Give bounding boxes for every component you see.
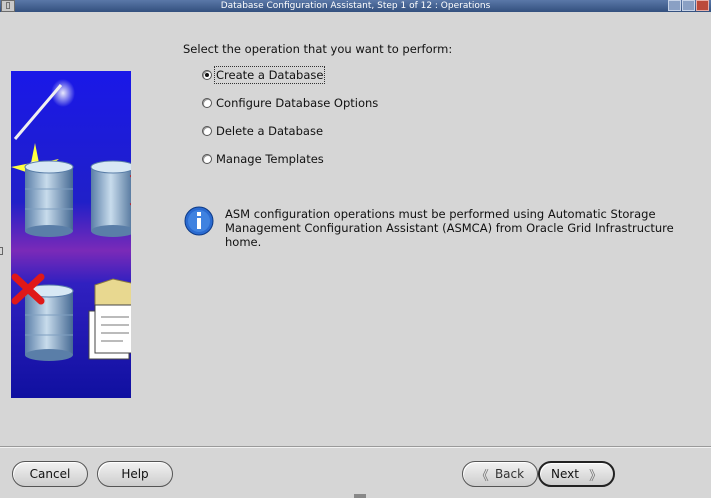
minimize-button[interactable]	[668, 0, 681, 11]
button-bar-separator	[0, 446, 711, 448]
option-label: Delete a Database	[216, 124, 324, 138]
next-label: Next	[551, 467, 579, 481]
radio-create-database[interactable]	[202, 70, 212, 80]
radio-configure-database-options[interactable]	[202, 98, 212, 108]
cancel-label: Cancel	[29, 467, 71, 481]
option-configure-database-options[interactable]: Configure Database Options	[202, 96, 378, 110]
help-label: Help	[121, 467, 149, 481]
title-bar: ▯ Database Configuration Assistant, Step…	[0, 0, 711, 12]
window-menu-icon[interactable]: ▯	[1, 0, 15, 12]
info-icon	[184, 206, 214, 236]
option-label: Create a Database	[213, 66, 326, 84]
left-edge-marker	[0, 247, 3, 255]
window-title: Database Configuration Assistant, Step 1…	[220, 1, 491, 11]
database-icon	[24, 160, 74, 237]
asm-info-message: ASM configuration operations must be per…	[225, 207, 711, 249]
templates-folder-icon	[88, 278, 131, 360]
radio-manage-templates[interactable]	[202, 154, 212, 164]
option-delete-database[interactable]: Delete a Database	[202, 124, 323, 138]
radio-delete-database[interactable]	[202, 126, 212, 136]
back-button[interactable]: 《 Back	[462, 461, 538, 487]
next-button[interactable]: Next 》	[538, 461, 615, 487]
back-label: Back	[494, 467, 525, 481]
close-button[interactable]	[696, 0, 709, 11]
resize-grip[interactable]	[354, 494, 366, 498]
next-arrow-icon: 》	[588, 468, 602, 484]
operation-prompt: Select the operation that you want to pe…	[183, 42, 453, 56]
back-arrow-icon: 《	[475, 468, 489, 484]
info-line-1: ASM configuration operations must be per…	[225, 207, 656, 221]
database-checked-icon	[90, 160, 131, 237]
option-create-database[interactable]: Create a Database	[202, 66, 326, 84]
wizard-illustration	[11, 71, 131, 398]
cancel-button[interactable]: Cancel	[12, 461, 88, 487]
info-line-2: Management Configuration Assistant (ASMC…	[225, 221, 674, 249]
maximize-button[interactable]	[682, 0, 695, 11]
help-button[interactable]: Help	[97, 461, 173, 487]
option-label: Configure Database Options	[216, 96, 379, 110]
option-label: Manage Templates	[216, 152, 324, 166]
option-manage-templates[interactable]: Manage Templates	[202, 152, 324, 166]
